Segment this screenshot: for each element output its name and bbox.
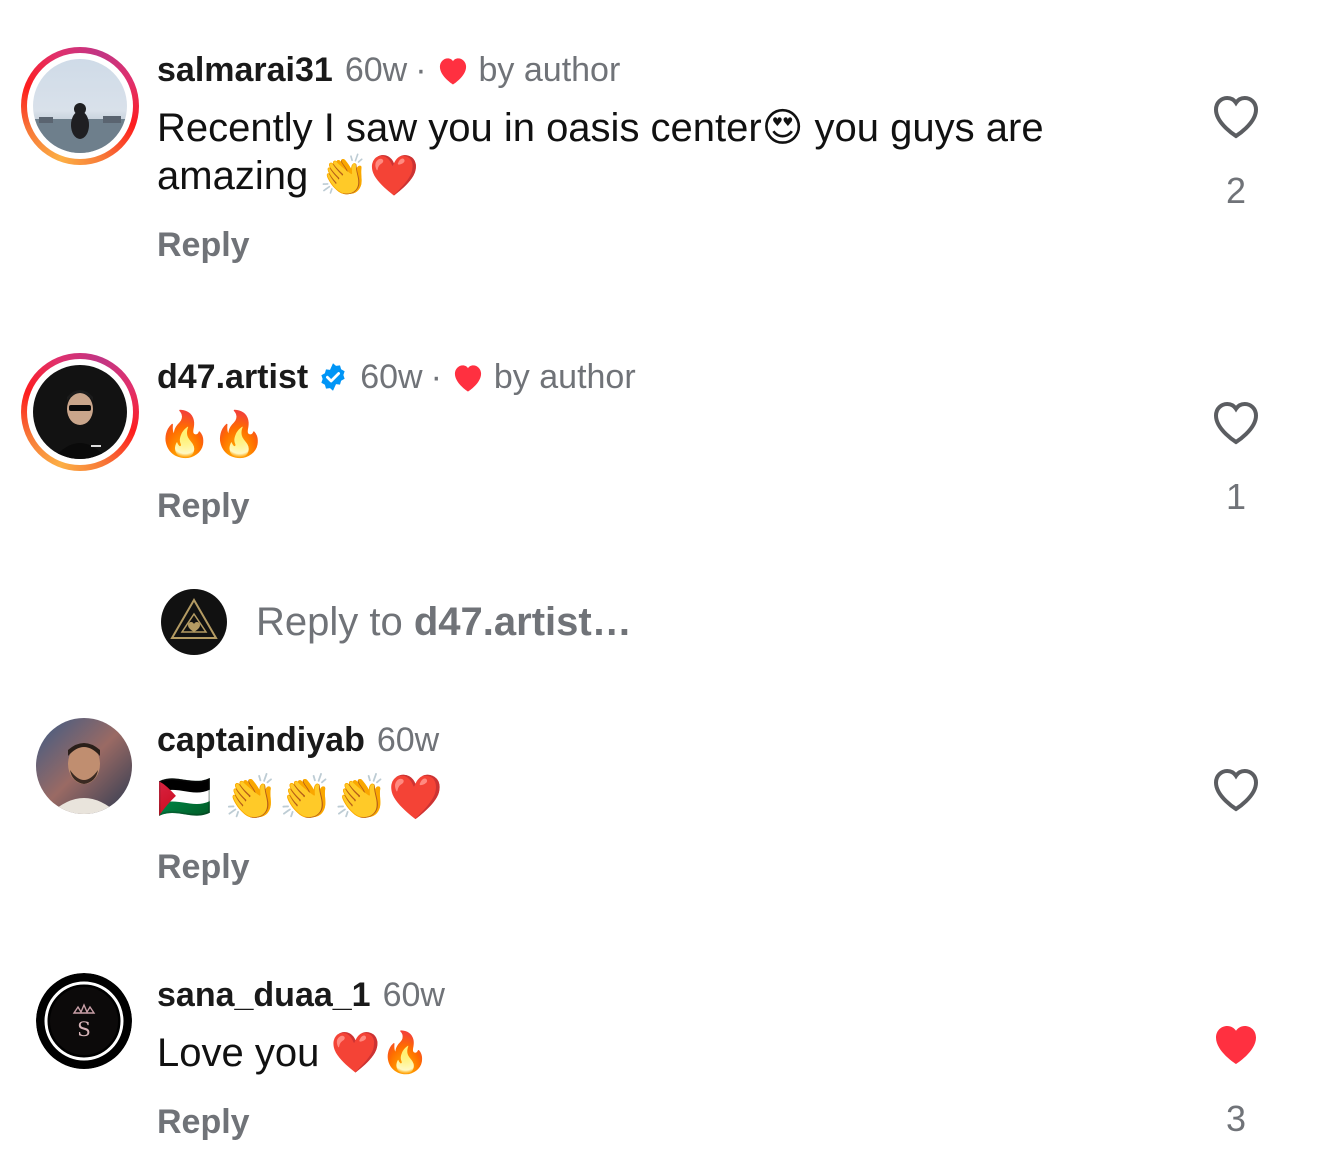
reply-target-username: d47.artist… [413, 599, 632, 644]
reply-input[interactable]: Reply to d47.artist… [160, 588, 632, 656]
heart-filled-icon[interactable] [1210, 1020, 1262, 1068]
reply-button[interactable]: Reply [157, 226, 250, 265]
reply-button[interactable]: Reply [157, 1103, 250, 1142]
avatar[interactable]: S [36, 973, 132, 1069]
comment-text: Recently I saw you in oasis center😍 you … [157, 106, 1044, 198]
comment-text: Love you ❤️🔥 [157, 1031, 431, 1075]
avatar[interactable] [33, 59, 127, 153]
timestamp: 60w [376, 721, 440, 759]
story-ring[interactable] [21, 47, 139, 165]
avatar[interactable] [33, 365, 127, 459]
verified-badge-icon [321, 363, 345, 391]
comment-text: 🇵🇸 👏👏👏❤️ [157, 773, 444, 822]
username[interactable]: salmarai31 [157, 50, 333, 90]
author-heart-icon [454, 365, 481, 392]
timestamp: 60w [344, 51, 408, 89]
timestamp: 60w [360, 358, 423, 396]
story-ring[interactable] [21, 353, 139, 471]
separator: · [415, 51, 427, 89]
heart-icon[interactable] [1210, 398, 1262, 446]
username[interactable]: captaindiyab [157, 720, 365, 760]
heart-icon[interactable] [1210, 765, 1262, 813]
reply-placeholder[interactable]: Reply to d47.artist… [256, 600, 632, 645]
timestamp: 60w [382, 976, 445, 1014]
like-count: 3 [1225, 1098, 1247, 1139]
separator: · [430, 358, 442, 396]
like-count: 1 [1225, 476, 1247, 517]
like-count: 2 [1225, 170, 1247, 211]
username[interactable]: sana_duaa_1 [157, 975, 371, 1015]
liked-by-author-label: by author [493, 358, 636, 396]
avatar[interactable] [36, 718, 132, 814]
liked-by-author-label: by author [478, 51, 621, 89]
reply-button[interactable]: Reply [157, 848, 250, 887]
author-heart-icon [439, 58, 466, 85]
reply-button[interactable]: Reply [157, 487, 250, 526]
svg-text:S: S [77, 1017, 91, 1041]
username[interactable]: d47.artist [157, 357, 308, 397]
heart-icon[interactable] [1210, 92, 1262, 140]
current-user-avatar [160, 588, 228, 656]
comment-text: 🔥🔥 [157, 410, 267, 459]
